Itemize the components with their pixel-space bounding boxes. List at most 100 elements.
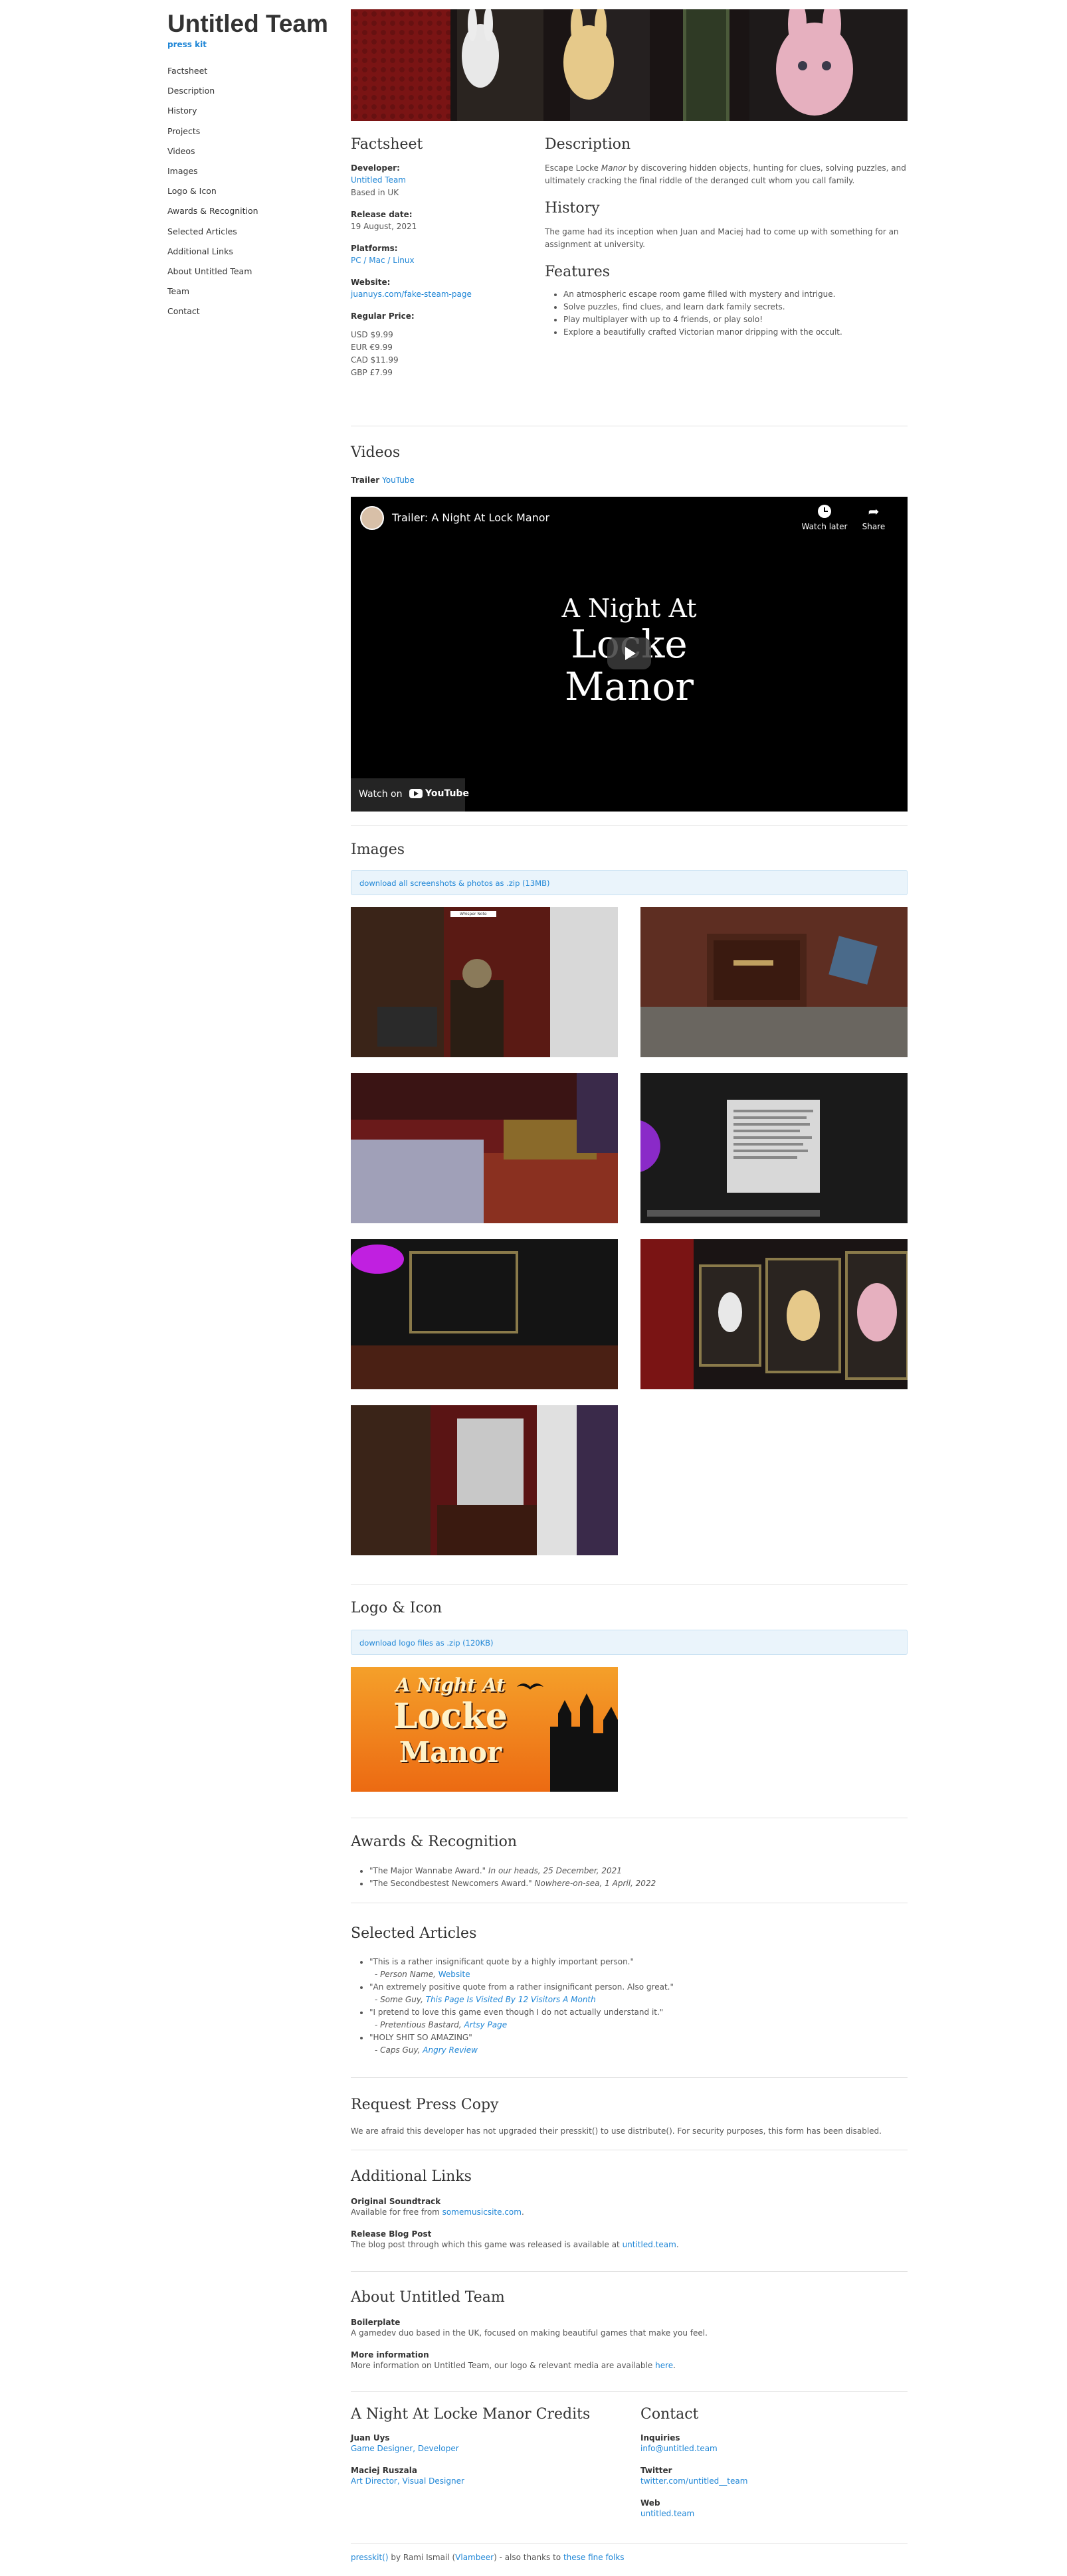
play-button[interactable] bbox=[607, 638, 651, 669]
screenshot-key-box[interactable] bbox=[640, 907, 908, 1057]
play-icon bbox=[625, 647, 636, 660]
feature-item: An atmospheric escape room game filled w… bbox=[563, 288, 908, 301]
article-link[interactable]: This Page Is Visited By 12 Visitors A Mo… bbox=[426, 1995, 596, 2004]
boilerplate-label: Boilerplate bbox=[351, 2318, 401, 2327]
contact-email-link[interactable]: info@untitled.team bbox=[640, 2444, 718, 2453]
article-item: "This is a rather insignificant quote by… bbox=[369, 1956, 901, 1981]
video-title[interactable]: Trailer: A Night At Lock Manor bbox=[392, 511, 549, 524]
nav-about[interactable]: About Untitled Team bbox=[167, 262, 340, 282]
screenshot-bedroom[interactable] bbox=[351, 1073, 618, 1223]
feature-item: Explore a beautifully crafted Victorian … bbox=[563, 326, 908, 339]
divider bbox=[351, 2543, 908, 2544]
blog-text: The blog post through which this game wa… bbox=[351, 2240, 679, 2249]
nav-images[interactable]: Images bbox=[167, 161, 340, 181]
trailer-youtube-link[interactable]: YouTube bbox=[382, 475, 415, 485]
nav-projects[interactable]: Projects bbox=[167, 122, 340, 141]
nav-contact[interactable]: Contact bbox=[167, 301, 340, 321]
nav-description[interactable]: Description bbox=[167, 81, 340, 101]
contact-list: Inquiries info@untitled.team Twitter twi… bbox=[640, 2433, 906, 2520]
press-copy-heading: Request Press Copy bbox=[351, 2097, 499, 2113]
more-info-link[interactable]: here bbox=[655, 2361, 673, 2370]
feature-item: Play multiplayer with up to 4 friends, o… bbox=[563, 313, 908, 326]
sidebar: Untitled Team press kit Factsheet Descri… bbox=[167, 9, 340, 321]
clock-icon bbox=[818, 505, 831, 518]
contact-heading: Contact bbox=[640, 2406, 699, 2423]
platforms-label: Platforms: bbox=[351, 244, 398, 253]
price-usd: USD $9.99 bbox=[351, 330, 393, 339]
channel-avatar[interactable] bbox=[360, 506, 384, 530]
article-link[interactable]: Website bbox=[438, 1970, 470, 1979]
presskit-link[interactable]: press kit bbox=[167, 40, 340, 49]
logo-wordmark: A Night At Locke Manor bbox=[393, 1674, 508, 1768]
screenshot-study[interactable]: Whisper Note bbox=[351, 907, 618, 1057]
feature-item: Solve puzzles, find clues, and learn dar… bbox=[563, 301, 908, 313]
release-date: 19 August, 2021 bbox=[351, 222, 417, 231]
article-item: "An extremely positive quote from a rath… bbox=[369, 1981, 901, 2006]
nav-history[interactable]: History bbox=[167, 101, 340, 121]
footer: presskit() by Rami Ismail (Vlambeer) - a… bbox=[351, 2553, 625, 2562]
factsheet-heading: Factsheet bbox=[351, 136, 423, 153]
videos-heading: Videos bbox=[351, 444, 401, 461]
developer-link[interactable]: Untitled Team bbox=[351, 175, 406, 185]
images-download-link[interactable]: download all screenshots & photos as .zi… bbox=[351, 870, 908, 895]
vlambeer-link[interactable]: Vlambeer bbox=[455, 2553, 494, 2562]
thanks-link[interactable]: these fine folks bbox=[563, 2553, 625, 2562]
nav-factsheet[interactable]: Factsheet bbox=[167, 61, 340, 81]
boilerplate-text: A gamedev duo based in the UK, focused o… bbox=[351, 2328, 708, 2338]
nav-articles[interactable]: Selected Articles bbox=[167, 222, 340, 242]
nav-awards[interactable]: Awards & Recognition bbox=[167, 201, 340, 221]
website-link[interactable]: juanuys.com/fake-steam-page bbox=[351, 290, 472, 299]
blog-link[interactable]: untitled.team bbox=[623, 2240, 676, 2249]
sidebar-nav: Factsheet Description History Projects V… bbox=[167, 61, 340, 321]
divider bbox=[351, 1584, 908, 1585]
credit-name: Juan Uys bbox=[351, 2433, 390, 2443]
game-logo-image[interactable]: A Night At Locke Manor bbox=[351, 1667, 618, 1792]
divider bbox=[351, 2077, 908, 2078]
article-item: "HOLY SHIT SO AMAZING" - Caps Guy, Angry… bbox=[369, 2031, 901, 2057]
logo-heading: Logo & Icon bbox=[351, 1600, 442, 1616]
features-heading: Features bbox=[545, 264, 611, 280]
video-player[interactable]: Trailer: A Night At Lock Manor Watch lat… bbox=[351, 497, 908, 812]
trailer-line: Trailer YouTube bbox=[351, 474, 415, 487]
header-banner-image bbox=[351, 9, 908, 121]
platforms-link[interactable]: PC / Mac / Linux bbox=[351, 256, 415, 265]
contact-twitter-link[interactable]: twitter.com/untitled__team bbox=[640, 2476, 747, 2486]
additional-links-heading: Additional Links bbox=[351, 2168, 472, 2185]
article-link[interactable]: Angry Review bbox=[423, 2045, 478, 2055]
share-button[interactable]: ➦ Share bbox=[857, 505, 890, 531]
awards-heading: Awards & Recognition bbox=[351, 1834, 518, 1850]
contact-web-link[interactable]: untitled.team bbox=[640, 2509, 694, 2518]
nav-additional-links[interactable]: Additional Links bbox=[167, 242, 340, 262]
site-title: Untitled Team bbox=[167, 10, 328, 37]
article-link[interactable]: Artsy Page bbox=[464, 2020, 508, 2029]
price-cad: CAD $11.99 bbox=[351, 355, 399, 365]
credit-name: Maciej Ruszala bbox=[351, 2466, 417, 2475]
credits-list: Juan Uys Game Designer, Developer Maciej… bbox=[351, 2433, 617, 2488]
watch-on-youtube-button[interactable]: Watch on YouTube bbox=[351, 778, 469, 812]
credit-role[interactable]: Art Director, Visual Designer bbox=[351, 2476, 464, 2486]
credits-heading: A Night At Locke Manor Credits bbox=[351, 2406, 591, 2423]
screenshot-frames[interactable] bbox=[351, 1239, 618, 1389]
credit-role[interactable]: Game Designer, Developer bbox=[351, 2444, 459, 2453]
nav-videos[interactable]: Videos bbox=[167, 141, 340, 161]
history-text: The game had its inception when Juan and… bbox=[545, 227, 899, 249]
nav-team[interactable]: Team bbox=[167, 282, 340, 301]
price-label: Regular Price: bbox=[351, 311, 415, 321]
articles-heading: Selected Articles bbox=[351, 1925, 477, 1942]
trailer-label: Trailer bbox=[351, 475, 380, 485]
developer-location: Based in UK bbox=[351, 188, 399, 197]
soundtrack-link[interactable]: somemusicsite.com bbox=[442, 2207, 522, 2217]
youtube-logo-icon bbox=[409, 789, 423, 798]
price-eur: EUR €9.99 bbox=[351, 343, 393, 352]
screenshot-library[interactable] bbox=[351, 1405, 618, 1555]
contact-label: Inquiries bbox=[640, 2433, 680, 2443]
description-heading: Description bbox=[545, 136, 631, 153]
logo-download-link[interactable]: download logo files as .zip (120KB) bbox=[351, 1630, 908, 1655]
description-section: Description Escape Locke Manor by discov… bbox=[545, 135, 908, 339]
watch-later-button[interactable]: Watch later bbox=[801, 505, 848, 531]
share-icon: ➦ bbox=[868, 503, 880, 519]
presskit-footer-link[interactable]: presskit() bbox=[351, 2553, 389, 2562]
nav-logo-icon[interactable]: Logo & Icon bbox=[167, 181, 340, 201]
screenshot-note-view[interactable] bbox=[640, 1073, 908, 1223]
screenshot-masks[interactable] bbox=[640, 1239, 908, 1389]
